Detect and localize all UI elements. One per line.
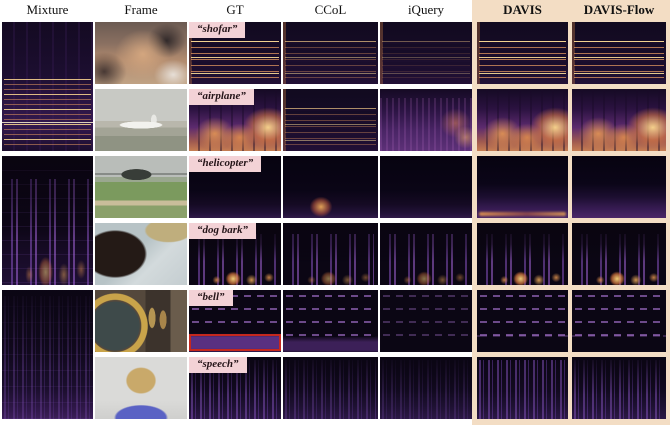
- column-header-frame: Frame: [95, 1, 187, 19]
- spectrogram-iquery-helicopter: [380, 156, 472, 218]
- spectrogram-gt-airplane: “airplane”: [189, 89, 281, 151]
- frame-airplane-video: [95, 89, 187, 151]
- spectrogram-iquery-dog-bark: [380, 223, 472, 285]
- results-figure: Mixture Frame GT CCoL iQuery DAVIS DAVIS…: [0, 0, 670, 425]
- spectrogram-iquery-shofar: [380, 22, 472, 84]
- spectrogram-ccol-shofar: [283, 22, 378, 84]
- column-header-ccol: CCoL: [283, 1, 378, 19]
- spectrogram-davis-flow-bell: [572, 290, 666, 352]
- gt-label-speech: “speech”: [189, 357, 247, 373]
- mixture-spectrogram-1: [2, 22, 93, 151]
- gt-label-bell: “bell”: [189, 290, 233, 306]
- column-header-davis: DAVIS: [477, 1, 568, 19]
- spectrogram-iquery-airplane: [380, 89, 472, 151]
- mixture-spectrogram-2: [2, 156, 93, 285]
- spectrogram-gt-bell: “bell”: [189, 290, 281, 352]
- spectrogram-gt-shofar: “shofar”: [189, 22, 281, 84]
- frame-helicopter-video: [95, 156, 187, 218]
- spectrogram-davis-bell: [477, 290, 568, 352]
- spectrogram-davis-dog-bark: [477, 223, 568, 285]
- frame-shofar-video: [95, 22, 187, 84]
- spectrogram-ccol-bell: [283, 290, 378, 352]
- spectrogram-ccol-helicopter: [283, 156, 378, 218]
- spectrogram-ccol-airplane: [283, 89, 378, 151]
- spectrogram-gt-helicopter: “helicopter”: [189, 156, 281, 218]
- spectrogram-gt-dog-bark: “dog bark”: [189, 223, 281, 285]
- mixture-spectrogram-3: [2, 290, 93, 419]
- gt-bell-highlight-box: [189, 334, 281, 351]
- gt-label-shofar: “shofar”: [189, 22, 245, 38]
- spectrogram-davis-speech: [477, 357, 568, 419]
- gt-label-dog-bark: “dog bark”: [189, 223, 256, 239]
- spectrogram-davis-shofar: [477, 22, 568, 84]
- frame-bell-video: [95, 290, 187, 352]
- spectrogram-iquery-speech: [380, 357, 472, 419]
- spectrogram-ccol-dog-bark: [283, 223, 378, 285]
- spectrogram-davis-flow-shofar: [572, 22, 666, 84]
- gt-label-airplane: “airplane”: [189, 89, 254, 105]
- column-header-iquery: iQuery: [380, 1, 472, 19]
- spectrogram-gt-speech: “speech”: [189, 357, 281, 419]
- spectrogram-davis-flow-helicopter: [572, 156, 666, 218]
- gt-label-helicopter: “helicopter”: [189, 156, 261, 172]
- spectrogram-davis-airplane: [477, 89, 568, 151]
- spectrogram-iquery-bell: [380, 290, 472, 352]
- frame-dog-video: [95, 223, 187, 285]
- column-header-mixture: Mixture: [2, 1, 93, 19]
- spectrogram-davis-flow-speech: [572, 357, 666, 419]
- spectrogram-davis-helicopter: [477, 156, 568, 218]
- column-header-gt: GT: [189, 1, 281, 19]
- frame-speech-video: [95, 357, 187, 419]
- column-header-davis-flow: DAVIS-Flow: [572, 1, 666, 19]
- spectrogram-davis-flow-airplane: [572, 89, 666, 151]
- spectrogram-davis-flow-dog-bark: [572, 223, 666, 285]
- spectrogram-ccol-speech: [283, 357, 378, 419]
